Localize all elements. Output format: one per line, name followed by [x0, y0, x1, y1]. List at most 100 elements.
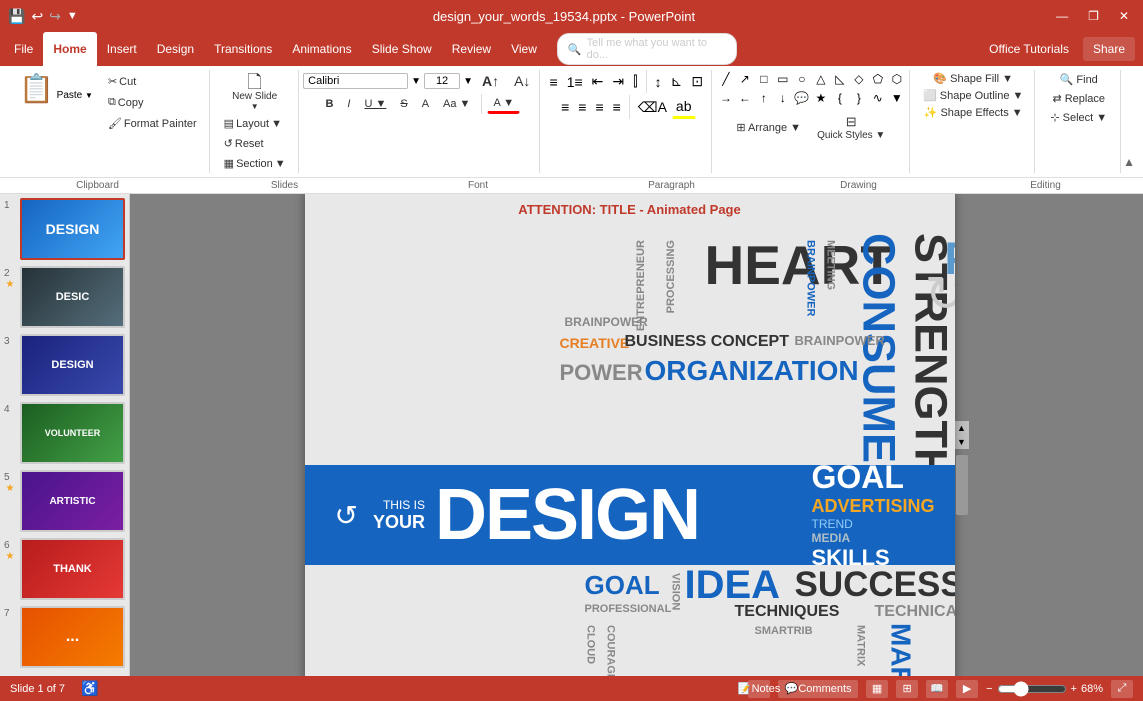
undo-icon[interactable]: ↩ [31, 8, 43, 25]
clear-formatting-button[interactable]: ⌫A [634, 96, 671, 119]
change-case-button[interactable]: Aa ▼ [437, 95, 476, 113]
shape-outline-button[interactable]: ⬜ Shape Outline ▼ [918, 87, 1028, 104]
arrow-d-shape[interactable]: ↓ [774, 89, 792, 107]
menu-view[interactable]: View [501, 32, 547, 66]
more-shapes[interactable]: ▼ [888, 89, 906, 107]
line-shape[interactable]: ╱ [717, 70, 735, 88]
slide-thumb-2[interactable]: 2 ★ DESIC [4, 266, 125, 328]
zoom-out-icon[interactable]: − [986, 683, 992, 695]
rect-shape[interactable]: □ [755, 70, 773, 88]
slide-preview-4[interactable]: VOLUNTEER [20, 402, 125, 464]
scroll-down-button[interactable]: ▼ [955, 435, 969, 449]
fit-to-window-button[interactable]: ⤢ [1111, 680, 1133, 698]
oval-shape[interactable]: ○ [793, 70, 811, 88]
font-size-input[interactable] [424, 73, 460, 89]
text-shadow-button[interactable]: A [416, 95, 435, 113]
brace-r-shape[interactable]: } [850, 89, 868, 107]
italic-button[interactable]: I [341, 95, 356, 113]
line-spacing-button[interactable]: ↕ [651, 71, 666, 93]
restore-button[interactable]: ❐ [1082, 7, 1105, 25]
paste-button[interactable]: 📋 Paste ▼ [10, 70, 102, 108]
cut-button[interactable]: ✂ Cut [102, 72, 203, 91]
ribbon-expand[interactable]: ▲ [1123, 70, 1139, 173]
slideshow-button[interactable]: ▶ [956, 680, 978, 698]
menu-animations[interactable]: Animations [282, 32, 361, 66]
zoom-in-icon[interactable]: + [1071, 683, 1077, 695]
customize-icon[interactable]: ▼ [67, 10, 78, 22]
share-button[interactable]: Share [1083, 37, 1135, 61]
slide-canvas[interactable]: ATTENTION: TITLE - Animated Page ENTREPR… [305, 194, 955, 676]
slide-thumb-1[interactable]: 1 DESIGN [4, 198, 125, 260]
section-button[interactable]: ▦ Section ▼ [218, 154, 292, 173]
text-highlight-button[interactable]: ab [672, 95, 696, 119]
font-color-button[interactable]: A ▼ [487, 94, 520, 114]
copy-button[interactable]: ⧉ Copy [102, 93, 203, 112]
hexagon-shape[interactable]: ⬡ [888, 70, 906, 88]
replace-button[interactable]: ⇄ Replace [1045, 89, 1112, 108]
normal-view-button[interactable]: ▦ [866, 680, 888, 698]
scroll-thumb[interactable] [956, 455, 968, 515]
redo-icon[interactable]: ↪ [49, 8, 61, 25]
menu-design[interactable]: Design [147, 32, 204, 66]
menu-review[interactable]: Review [442, 32, 501, 66]
align-left-button[interactable]: ≡ [557, 96, 573, 118]
font-size-dropdown[interactable]: ▼ [463, 76, 473, 87]
close-button[interactable]: ✕ [1113, 7, 1135, 25]
format-painter-button[interactable]: 🖌 Format Painter [102, 114, 203, 133]
slide-preview-5[interactable]: ARTISTIC [20, 470, 125, 532]
decrease-font-button[interactable]: A↓ [508, 70, 536, 92]
underline-button[interactable]: U ▼ [358, 95, 392, 113]
new-slide-button[interactable]: 🗋 New Slide ▼ [227, 70, 282, 114]
slide-preview-7[interactable]: ... [20, 606, 125, 668]
slide-thumb-3[interactable]: 3 DESIGN [4, 334, 125, 396]
bold-button[interactable]: B [319, 95, 339, 113]
menu-transitions[interactable]: Transitions [204, 32, 282, 66]
comments-button[interactable]: 💬 Comments [778, 680, 858, 698]
slide-thumb-7[interactable]: 7 ... [4, 606, 125, 668]
arrow-u-shape[interactable]: ↑ [755, 89, 773, 107]
pentagon-shape[interactable]: ⬠ [869, 70, 887, 88]
justify-button[interactable]: ≡ [609, 96, 625, 118]
arrow-shape[interactable]: ↗ [736, 70, 754, 88]
save-icon[interactable]: 💾 [8, 8, 25, 25]
font-name-input[interactable] [303, 73, 408, 89]
decrease-indent-button[interactable]: ⇤ [588, 70, 608, 93]
convert-to-smartart-button[interactable]: ⊡ [687, 70, 707, 93]
tell-me-box[interactable]: 🔍 Tell me what you want to do... [557, 33, 737, 65]
scroll-up-button[interactable]: ▲ [955, 421, 969, 435]
round-rect-shape[interactable]: ▭ [774, 70, 792, 88]
find-button[interactable]: 🔍 Find [1053, 70, 1105, 89]
minimize-button[interactable]: — [1050, 7, 1074, 25]
notes-button[interactable]: 📝 Notes [748, 680, 770, 698]
slide-thumb-4[interactable]: 4 VOLUNTEER [4, 402, 125, 464]
increase-indent-button[interactable]: ⇥ [608, 70, 628, 93]
reset-button[interactable]: ↺ Reset [218, 134, 292, 153]
slide-thumb-5[interactable]: 5 ★ ARTISTIC [4, 470, 125, 532]
align-center-button[interactable]: ≡ [574, 96, 590, 118]
vertical-scrollbar[interactable]: ▲ ▼ [955, 421, 969, 449]
menu-home[interactable]: Home [43, 32, 96, 66]
slide-thumb-6[interactable]: 6 ★ THANK [4, 538, 125, 600]
menu-file[interactable]: File [4, 32, 43, 66]
slide-preview-1[interactable]: DESIGN [20, 198, 125, 260]
diamond-shape[interactable]: ◇ [850, 70, 868, 88]
arrange-button[interactable]: ⊞ Arrange ▼ [730, 118, 807, 137]
callout-shape[interactable]: 💬 [793, 89, 811, 107]
slide-preview-2[interactable]: DESIC [20, 266, 125, 328]
rt-triangle-shape[interactable]: ◺ [831, 70, 849, 88]
align-right-button[interactable]: ≡ [591, 96, 607, 118]
font-name-dropdown[interactable]: ▼ [411, 76, 421, 87]
bullets-button[interactable]: ≡ [546, 71, 562, 93]
menu-insert[interactable]: Insert [97, 32, 147, 66]
shape-effects-button[interactable]: ✨ Shape Effects ▼ [919, 104, 1028, 121]
slide-sorter-button[interactable]: ⊞ [896, 680, 918, 698]
shape-fill-button[interactable]: 🎨 Shape Fill ▼ [928, 70, 1018, 87]
strikethrough-button[interactable]: S [394, 95, 413, 113]
quick-styles-button[interactable]: ⊟ Quick Styles ▼ [810, 109, 892, 146]
columns-button[interactable]: ⫿ [629, 70, 641, 93]
curve-shape[interactable]: ∿ [869, 89, 887, 107]
menu-slideshow[interactable]: Slide Show [362, 32, 442, 66]
ribbon-expand-icon[interactable]: ▲ [1123, 155, 1135, 169]
star-shape[interactable]: ★ [812, 89, 830, 107]
reading-view-button[interactable]: 📖 [926, 680, 948, 698]
